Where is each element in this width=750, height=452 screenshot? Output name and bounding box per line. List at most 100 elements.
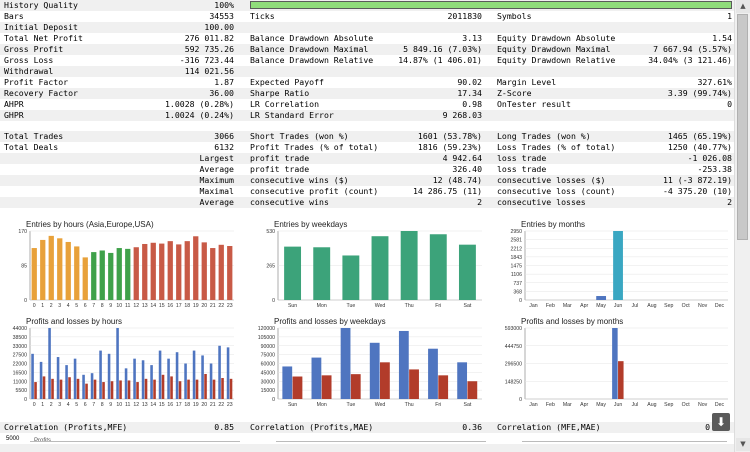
x-tick-label: Sat	[464, 303, 472, 309]
x-tick-label: 17	[176, 303, 182, 309]
bar	[596, 296, 607, 300]
row-net-profit: Total Net Profit 276 011.82 Balance Draw…	[0, 33, 734, 44]
corr-mfe-value: 0.85	[214, 422, 234, 432]
maximum-losses-label: consecutive losses ($)	[497, 175, 606, 185]
backtest-report: History Quality 100% Bars 34553 Ticks 20…	[0, 0, 734, 452]
scroll-up-button[interactable]: ▲	[736, 0, 750, 13]
y-tick-label: 1843	[510, 255, 522, 261]
recovery-factor-value: 36.00	[209, 88, 234, 98]
profit-bar	[107, 353, 111, 399]
profit-bar	[282, 366, 293, 399]
download-icon[interactable]: ⬇	[712, 413, 730, 431]
row-bars: Bars 34553 Ticks 2011830 Symbols 1	[0, 11, 734, 22]
bal-dd-rel-value: 14.87% (1 406.01)	[398, 55, 482, 65]
profit-bar	[82, 374, 85, 399]
history-quality-label: History Quality	[4, 0, 78, 10]
chart-title: Profits and losses by hours	[26, 317, 122, 326]
x-tick-label: Thu	[405, 303, 414, 309]
lr-std-error-label: LR Standard Error	[250, 110, 334, 120]
y-tick-label: 2950	[510, 229, 522, 235]
x-tick-label: Dec	[715, 303, 725, 309]
bar	[57, 238, 63, 300]
profit-bar	[133, 358, 136, 399]
loss-bar	[127, 380, 131, 399]
y-tick-label: 1106	[511, 272, 522, 278]
withdrawal-label: Withdrawal	[4, 66, 54, 76]
x-tick-label: 16	[167, 303, 173, 309]
row-maximal: Maximal consecutive profit (count) 14 28…	[0, 186, 734, 197]
profit-bar	[201, 355, 204, 399]
y-tick-label: 75000	[261, 353, 276, 359]
x-tick-label: Thu	[405, 402, 414, 408]
chart-pl-weekdays-svg: Profits and losses by weekdays120000 1050…	[258, 317, 482, 408]
corr-mfe-mae-label: Correlation (MFE,MAE)	[497, 422, 601, 432]
z-score-label: Z-Score	[497, 88, 532, 98]
y-tick-label: 60000	[261, 362, 276, 368]
largest-profit-label: profit trade	[250, 153, 310, 163]
chart-pl-months: Profits and losses by months 593000 444750…	[495, 314, 734, 411]
history-quality-value: 100%	[214, 0, 234, 10]
x-tick-label: 23	[227, 303, 233, 309]
scroll-down-button[interactable]: ▼	[736, 438, 750, 451]
x-tick-label: 19	[193, 303, 199, 309]
bars-label: Bars	[4, 11, 24, 21]
average-loss-value: -253.38	[697, 164, 732, 174]
x-tick-label: 22	[218, 402, 224, 408]
bar	[193, 236, 199, 300]
y-tick-label: 11000	[13, 379, 27, 385]
x-tick-label: 3	[58, 303, 61, 309]
bar	[371, 236, 389, 300]
x-tick-label: Fri	[435, 303, 441, 309]
maximum-label: Maximum	[199, 175, 234, 185]
loss-bar	[229, 378, 233, 399]
eq-dd-rel-value: 34.04% (3 121.46)	[648, 55, 732, 65]
loss-bar	[380, 362, 390, 399]
chart-title: Entries by weekdays	[274, 220, 347, 229]
eq-dd-rel-label: Equity Drawdown Relative	[497, 55, 616, 65]
corr-mfe-label: Correlation (Profits,MFE)	[4, 422, 128, 432]
profit-factor-label: Profit Factor	[4, 77, 69, 87]
y-tick-label: 593000	[505, 326, 522, 332]
x-tick-label: 11	[125, 402, 130, 408]
gross-loss-label: Gross Loss	[4, 55, 54, 65]
y-tick-label: 0	[24, 397, 27, 403]
z-score-value: 3.39 (99.74%)	[667, 88, 732, 98]
loss-bar	[321, 375, 332, 399]
loss-trades-label: Loss Trades (% of total)	[497, 142, 616, 152]
x-tick-label: 20	[201, 303, 207, 309]
horizontal-scrollbar[interactable]	[0, 444, 734, 452]
x-tick-label: Aug	[647, 402, 656, 408]
x-tick-label: 16	[167, 402, 173, 408]
total-net-profit-label: Total Net Profit	[4, 33, 83, 43]
row-maximum: Maximum consecutive wins ($) 12 (48.74) …	[0, 175, 734, 186]
bar	[125, 248, 131, 300]
maximal-loss-label: consecutive loss (count)	[497, 186, 616, 196]
lr-correlation-value: 0.98	[462, 99, 482, 109]
chart-entries-months: Entries by months 2950 2581 2212 1843 1475 110…	[495, 217, 734, 312]
y-tick-label: 38500	[13, 335, 28, 341]
vertical-scrollbar[interactable]: ▲ ▼	[734, 0, 750, 452]
loss-bar	[292, 376, 303, 399]
x-tick-label: Mon	[317, 303, 327, 309]
bar	[40, 239, 46, 300]
profit-bar	[150, 365, 153, 399]
x-tick-label: Mar	[563, 402, 572, 408]
bar	[313, 247, 331, 300]
x-tick-label: 11	[125, 303, 130, 309]
loss-bar	[51, 378, 54, 399]
scrollbar-thumb[interactable]	[737, 14, 748, 240]
bal-dd-max-value: 5 849.16 (7.03%)	[403, 44, 482, 54]
x-tick-label: 12	[133, 402, 139, 408]
profit-bar	[398, 330, 409, 399]
x-tick-label: 0	[33, 402, 36, 408]
bar	[210, 248, 216, 300]
initial-deposit-label: Initial Deposit	[4, 22, 78, 32]
loss-bar	[409, 369, 419, 399]
x-tick-label: Oct	[682, 303, 691, 309]
row-ahpr: AHPR 1.0028 (0.28%) LR Correlation 0.98 …	[0, 99, 734, 110]
corr-mae-value: 0.36	[462, 422, 482, 432]
profit-bar	[612, 328, 618, 399]
sharpe-ratio-label: Sharpe Ratio	[250, 88, 310, 98]
row-profit-factor: Profit Factor 1.87 Expected Payoff 90.02…	[0, 77, 734, 88]
chart-title: Profits and losses by weekdays	[274, 317, 386, 326]
